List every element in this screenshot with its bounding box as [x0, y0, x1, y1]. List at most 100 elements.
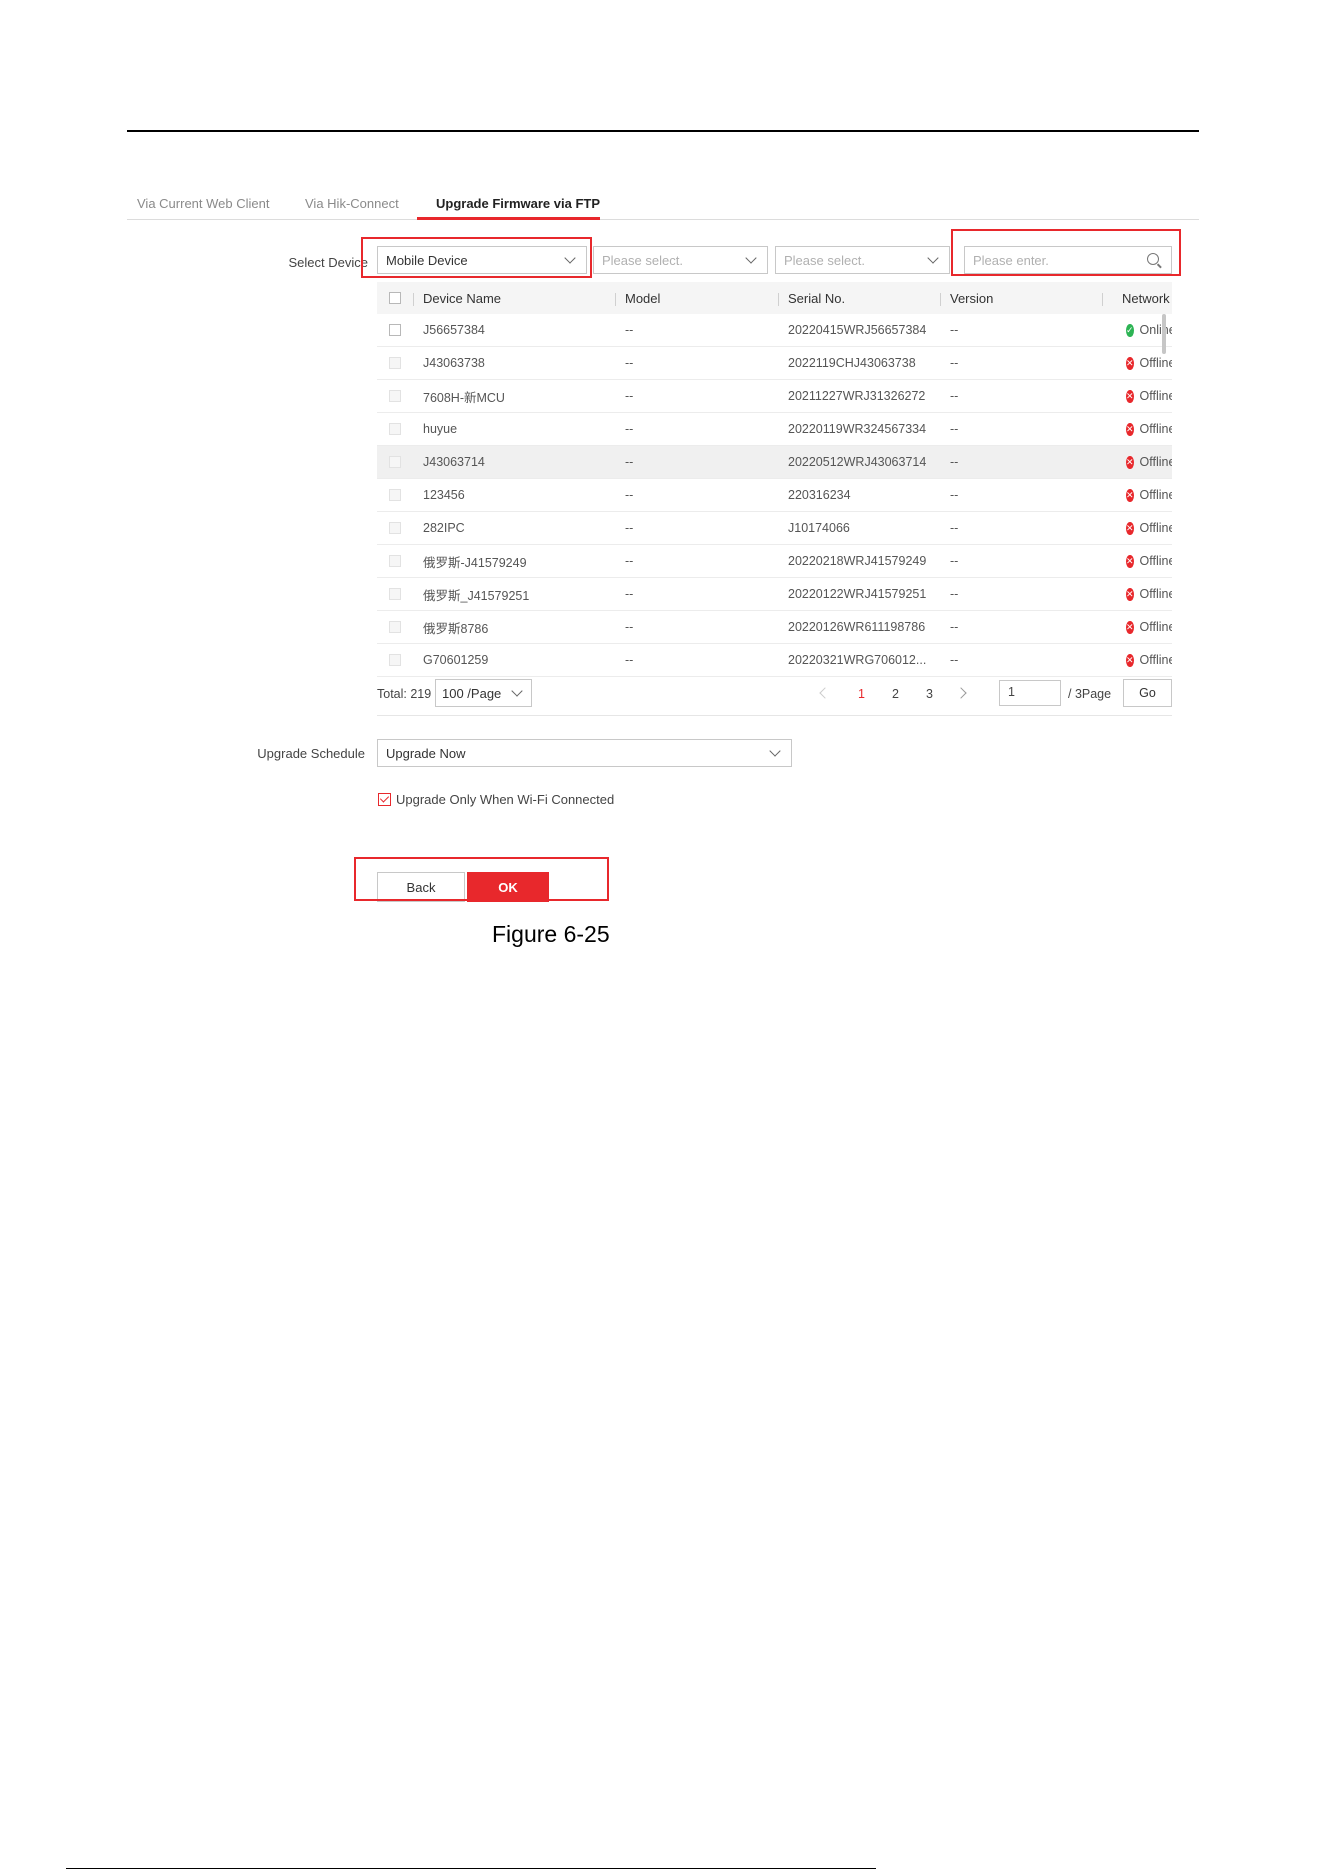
highlight-frame-device-type — [361, 237, 592, 278]
device-version: -- — [950, 554, 959, 568]
device-version: -- — [950, 488, 959, 502]
network-status: ✕ Offline — [1102, 554, 1172, 568]
col-serial-no: Serial No. — [778, 291, 940, 306]
row-checkbox — [389, 522, 401, 534]
row-checkbox-cell[interactable] — [377, 357, 413, 369]
row-checkbox-cell[interactable] — [377, 390, 413, 402]
select-all-checkbox-cell[interactable] — [377, 292, 413, 304]
network-status: ✕ Offline — [1102, 455, 1172, 469]
error-circle-icon: ✕ — [1126, 521, 1134, 535]
row-checkbox — [389, 390, 401, 402]
device-version: -- — [950, 389, 959, 403]
table-row[interactable]: huyue -- 20220119WR324567334 -- ✕ Offline — [377, 413, 1172, 446]
highlight-frame-actions — [354, 857, 609, 901]
device-serial: 20220415WRJ56657384 — [788, 323, 927, 337]
filter-select-1[interactable]: Please select. — [593, 246, 768, 274]
tabs-divider — [127, 219, 1199, 220]
upgrade-schedule-value: Upgrade Now — [386, 745, 466, 761]
row-checkbox-cell[interactable] — [377, 324, 413, 336]
device-model: -- — [625, 620, 634, 634]
page-size-value: 100 /Page — [442, 685, 502, 701]
table-row[interactable]: 123456 -- 220316234 -- ✕ Offline — [377, 479, 1172, 512]
page-size-select[interactable]: 100 /Page — [435, 679, 532, 707]
table-row[interactable]: 俄罗斯-J41579249 -- 20220218WRJ41579249 -- ✕ Off… — [377, 545, 1172, 578]
table-row[interactable]: 7608H-新MCU -- 20211227WRJ31326272 -- ✕ Offlin… — [377, 380, 1172, 413]
page-count: / 3Page — [1068, 687, 1112, 701]
row-checkbox — [389, 423, 401, 435]
next-page-icon[interactable] — [955, 687, 967, 699]
tab-upgrade-firmware-via-ftp[interactable]: Upgrade Firmware via FTP — [436, 196, 600, 211]
upgrade-schedule-label: Upgrade Schedule — [257, 746, 365, 761]
row-checkbox — [389, 489, 401, 501]
go-button[interactable]: Go — [1123, 679, 1172, 707]
row-checkbox-cell[interactable] — [377, 489, 413, 501]
chevron-down-icon — [769, 745, 781, 757]
tab-via-hik-connect[interactable]: Via Hik-Connect — [305, 196, 399, 211]
tab-via-current-web-client[interactable]: Via Current Web Client — [137, 196, 269, 211]
row-checkbox — [389, 456, 401, 468]
figure-caption: Figure 6-25 — [492, 921, 610, 947]
table-row[interactable]: 俄罗斯_J41579251 -- 20220122WRJ41579251 -- ✕ Off… — [377, 578, 1172, 611]
device-serial: 20220119WR324567334 — [788, 422, 927, 436]
check-circle-icon: ✓ — [1126, 323, 1134, 337]
table-row[interactable]: J43063714 -- 20220512WRJ43063714 -- ✕ Offline — [377, 446, 1172, 479]
table-row[interactable]: 282IPC -- J10174066 -- ✕ Offline — [377, 512, 1172, 545]
row-checkbox[interactable] — [389, 324, 401, 336]
prev-page-icon[interactable] — [819, 687, 831, 699]
chevron-down-icon — [745, 252, 757, 264]
row-checkbox — [389, 654, 401, 666]
network-status: ✕ Offline — [1102, 587, 1172, 601]
device-name: J43063714 — [423, 455, 485, 469]
row-checkbox-cell[interactable] — [377, 423, 413, 435]
goto-page-input[interactable]: 1 — [999, 680, 1061, 706]
device-serial: 20211227WRJ31326272 — [788, 389, 926, 403]
wifi-only-checkbox[interactable] — [378, 793, 391, 806]
select-all-checkbox[interactable] — [389, 292, 401, 304]
device-name: J43063738 — [423, 356, 485, 370]
device-serial: 20220321WRG706012... — [788, 653, 927, 667]
table-row[interactable]: J56657384 -- 20220415WRJ56657384 -- ✓ Online — [377, 314, 1172, 347]
error-circle-icon: ✕ — [1126, 422, 1134, 436]
network-status: ✕ Offline — [1102, 521, 1172, 535]
col-device-name: Device Name — [413, 291, 615, 306]
row-checkbox-cell[interactable] — [377, 588, 413, 600]
row-checkbox-cell[interactable] — [377, 654, 413, 666]
device-serial: J10174066 — [788, 521, 850, 535]
row-checkbox-cell[interactable] — [377, 522, 413, 534]
device-name: huyue — [423, 422, 458, 436]
error-circle-icon: ✕ — [1126, 620, 1134, 634]
error-circle-icon: ✕ — [1126, 356, 1134, 370]
device-name: 282IPC — [423, 521, 465, 535]
filter-select-2-placeholder: Please select. — [784, 252, 865, 268]
page-3-link[interactable]: 3 — [926, 687, 933, 701]
device-name: G70601259 — [423, 653, 489, 667]
row-checkbox-cell[interactable] — [377, 555, 413, 567]
network-status-text: Offline — [1139, 488, 1172, 502]
page-1-link[interactable]: 1 — [858, 687, 865, 701]
chevron-down-icon — [927, 252, 939, 264]
top-rule — [127, 130, 1199, 132]
row-checkbox-cell[interactable] — [377, 621, 413, 633]
device-name: 俄罗斯_J41579251 — [423, 588, 530, 603]
network-status-text: Offline — [1139, 587, 1172, 601]
table-scrollbar[interactable] — [1162, 314, 1166, 354]
wifi-only-option[interactable]: Upgrade Only When Wi-Fi Connected — [378, 792, 614, 807]
filter-select-2[interactable]: Please select. — [775, 246, 950, 274]
device-version: -- — [950, 356, 959, 370]
device-version: -- — [950, 455, 959, 469]
device-version: -- — [950, 521, 959, 535]
device-model: -- — [625, 488, 634, 502]
network-status-text: Offline — [1139, 620, 1172, 634]
table-row[interactable]: 俄罗斯8786 -- 20220126WR611198786 -- ✕ Offline — [377, 611, 1172, 644]
page-2-link[interactable]: 2 — [892, 687, 899, 701]
device-version: -- — [950, 587, 959, 601]
total-count: Total: 219 — [377, 687, 432, 701]
table-row[interactable]: J43063738 -- 2022119CHJ43063738 -- ✕ Offline — [377, 347, 1172, 380]
device-version: -- — [950, 422, 959, 436]
device-serial: 20220218WRJ41579249 — [788, 554, 927, 568]
network-status-text: Offline — [1139, 521, 1172, 535]
error-circle-icon: ✕ — [1126, 455, 1134, 469]
upgrade-schedule-select[interactable]: Upgrade Now — [377, 739, 792, 767]
row-checkbox-cell[interactable] — [377, 456, 413, 468]
network-status-text: Offline — [1139, 554, 1172, 568]
